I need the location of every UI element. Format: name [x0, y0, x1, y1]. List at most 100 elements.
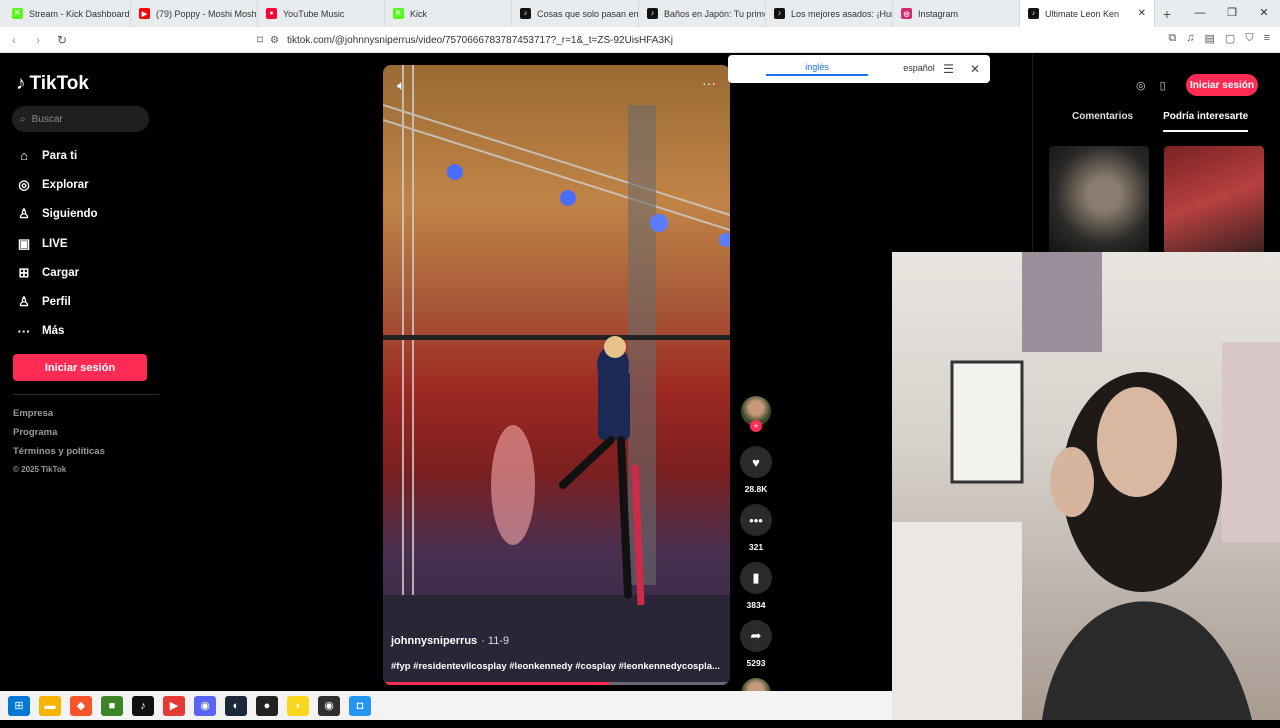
author-name[interactable]: johnnysniperrus — [391, 635, 477, 647]
tab-favicon-icon: K — [393, 8, 404, 19]
steam-icon[interactable]: ◐ — [225, 695, 247, 716]
obs-icon[interactable]: ◉ — [318, 695, 340, 716]
bookmark-icon[interactable]: ⌑ — [250, 33, 270, 47]
sidebar-item-label: Perfil — [42, 296, 71, 309]
reload-icon[interactable]: ↻ — [52, 33, 72, 47]
tiktok-icon[interactable]: ♪ — [132, 695, 154, 716]
share-icon[interactable]: ➦ — [740, 620, 772, 652]
compass-icon: ◎ — [18, 176, 30, 192]
wallet-icon[interactable]: ▢ — [1225, 32, 1235, 45]
footer-link-programa[interactable]: Programa — [13, 427, 105, 438]
recommended-thumbnail[interactable] — [1049, 146, 1149, 254]
tab-label: Instagram — [918, 8, 959, 19]
browser-tab[interactable]: ▶ (79) Poppy - Moshi Moshi — [131, 0, 258, 27]
menu-icon[interactable]: ≡ — [1264, 32, 1270, 45]
webcam-image — [892, 252, 1280, 720]
windows-taskbar: ⊞ ▬ ◆ ■ ♪ ▶ ◉ ◐ ● ◗ ◉ ◘ — [0, 691, 892, 720]
heart-icon[interactable]: ♥ — [740, 446, 772, 478]
brave-icon[interactable]: ◆ — [70, 695, 92, 716]
windows-start-icon[interactable]: ⊞ — [8, 695, 30, 716]
browser-tab[interactable]: ♪ Ultimate Leon Ken ✕ — [1020, 0, 1155, 27]
footer-link-terms[interactable]: Términos y políticas — [13, 446, 105, 457]
translate-menu-icon[interactable]: ☰ — [943, 62, 954, 76]
minecraft-icon[interactable]: ■ — [101, 695, 123, 716]
search-input[interactable]: ⌕ Buscar — [12, 106, 149, 132]
browser-tab[interactable]: ● YouTube Music — [258, 0, 385, 27]
right-top-icons: ◎ ▯ — [1136, 79, 1166, 92]
video-date: · 11-9 — [481, 635, 510, 647]
video-player[interactable]: 🔈︎ ··· johnnysniperrus · 11-9 #fyp #resid… — [383, 65, 730, 685]
author-avatar[interactable]: + — [741, 396, 771, 432]
sidebar-item-siguiendo[interactable]: ♙ Siguiendo — [16, 200, 156, 229]
video-progress-bar[interactable] — [383, 682, 730, 685]
bookmark-icon[interactable]: ▮ — [740, 562, 772, 594]
maximize-icon[interactable]: ❐ — [1216, 0, 1248, 27]
sidebar-item-cargar[interactable]: ⊞ Cargar — [16, 258, 156, 287]
app-yellow-icon[interactable]: ◗ — [287, 695, 309, 716]
sidebar-icon[interactable]: ▤ — [1205, 32, 1215, 45]
tab-recommended[interactable]: Podría interesarte — [1163, 111, 1249, 132]
volume-icon[interactable]: 🔈︎ — [397, 77, 405, 94]
close-tab-icon[interactable]: ✕ — [1138, 8, 1146, 19]
upload-icon: ⊞ — [18, 264, 30, 280]
site-info-icon[interactable]: ⚙ — [270, 35, 279, 46]
browser-tab[interactable]: ♪ Cosas que solo pasan en Ï — [512, 0, 639, 27]
tab-favicon-icon: ● — [266, 8, 277, 19]
footer-link-empresa[interactable]: Empresa — [13, 408, 105, 419]
browser-tab[interactable]: K Kick — [385, 0, 512, 27]
lang-source[interactable]: inglés — [766, 62, 868, 76]
like-count: 28.8K — [744, 484, 768, 494]
video-caption[interactable]: #fyp #residentevilcosplay #leonkennedy #… — [391, 661, 722, 672]
tab-comments[interactable]: Comentarios — [1072, 111, 1133, 132]
new-tab-icon[interactable]: + — [1155, 6, 1179, 22]
tab-favicon-icon: ▶ — [139, 8, 150, 19]
app-blue-icon[interactable]: ◘ — [349, 695, 371, 716]
browser-tab[interactable]: K Stream - Kick Dashboard — [4, 0, 131, 27]
coin-icon[interactable]: ◎ — [1136, 79, 1146, 92]
browser-tab[interactable]: ♪ Los mejores asados: ¡Hum — [766, 0, 893, 27]
more-options-icon[interactable]: ··· — [702, 75, 716, 91]
shield-icon[interactable]: ⛉ — [1245, 32, 1253, 45]
video-author[interactable]: johnnysniperrus · 11-9 — [391, 635, 722, 647]
browser-tab[interactable]: ♪ Baños en Japón: Tu primer — [639, 0, 766, 27]
sidebar-item-label: Cargar — [42, 266, 80, 279]
tab-favicon-icon: ♪ — [774, 8, 785, 19]
sidebar-item-para-ti[interactable]: ⌂ Para ti — [16, 141, 156, 170]
sidebar-item-más[interactable]: ··· Más — [16, 317, 156, 346]
media-icon[interactable]: ♫ — [1186, 32, 1194, 45]
translate-bar: inglés español ☰ ✕ — [728, 55, 990, 83]
discord-icon[interactable]: ◉ — [194, 695, 216, 716]
translate-close-icon[interactable]: ✕ — [970, 62, 980, 76]
sidebar-item-live[interactable]: ▣ LIVE — [16, 229, 156, 258]
save-action[interactable]: ▮ 3834 — [740, 562, 772, 610]
url-field[interactable]: ⚙ tiktok.com/@johnnysniperrus/video/7570… — [270, 31, 990, 49]
logo-text: TikTok — [29, 73, 89, 94]
video-actions: + ♥ 28.8K ••• 321 ▮ 3834 ➦ 5293 — [740, 396, 772, 728]
sidebar-item-explorar[interactable]: ◎ Explorar — [16, 170, 156, 199]
device-icon[interactable]: ▯ — [1160, 79, 1166, 92]
app-dark-icon[interactable]: ● — [256, 695, 278, 716]
sidebar-item-label: LIVE — [42, 237, 68, 250]
extensions-icon[interactable]: ⧉ — [1168, 32, 1176, 45]
comment-icon[interactable]: ••• — [740, 504, 772, 536]
login-button-top[interactable]: Iniciar sesión — [1186, 74, 1258, 96]
search-icon: ⌕ — [20, 113, 26, 125]
tab-favicon-icon: ♪ — [1028, 8, 1039, 19]
share-action[interactable]: ➦ 5293 — [740, 620, 772, 668]
tab-label: Ultimate Leon Ken — [1045, 8, 1120, 19]
tiktok-logo[interactable]: ♪ TikTok — [16, 73, 89, 95]
comment-action[interactable]: ••• 321 — [740, 504, 772, 552]
recommended-thumbnail[interactable] — [1164, 146, 1264, 254]
file-explorer-icon[interactable]: ▬ — [39, 695, 61, 716]
sidebar-item-perfil[interactable]: ♙ Perfil — [16, 287, 156, 316]
forward-icon[interactable]: › — [28, 33, 48, 47]
close-window-icon[interactable]: ✕ — [1248, 0, 1280, 27]
back-icon[interactable]: ‹ — [4, 33, 24, 47]
minimize-icon[interactable]: — — [1184, 0, 1216, 27]
right-tabs: Comentarios Podría interesarte — [1072, 111, 1249, 132]
like-action[interactable]: ♥ 28.8K — [740, 446, 772, 494]
browser-tab[interactable]: ◎ Instagram — [893, 0, 1020, 27]
login-button[interactable]: Iniciar sesión — [13, 354, 147, 381]
follow-plus-icon[interactable]: + — [750, 420, 762, 432]
app-red-icon[interactable]: ▶ — [163, 695, 185, 716]
